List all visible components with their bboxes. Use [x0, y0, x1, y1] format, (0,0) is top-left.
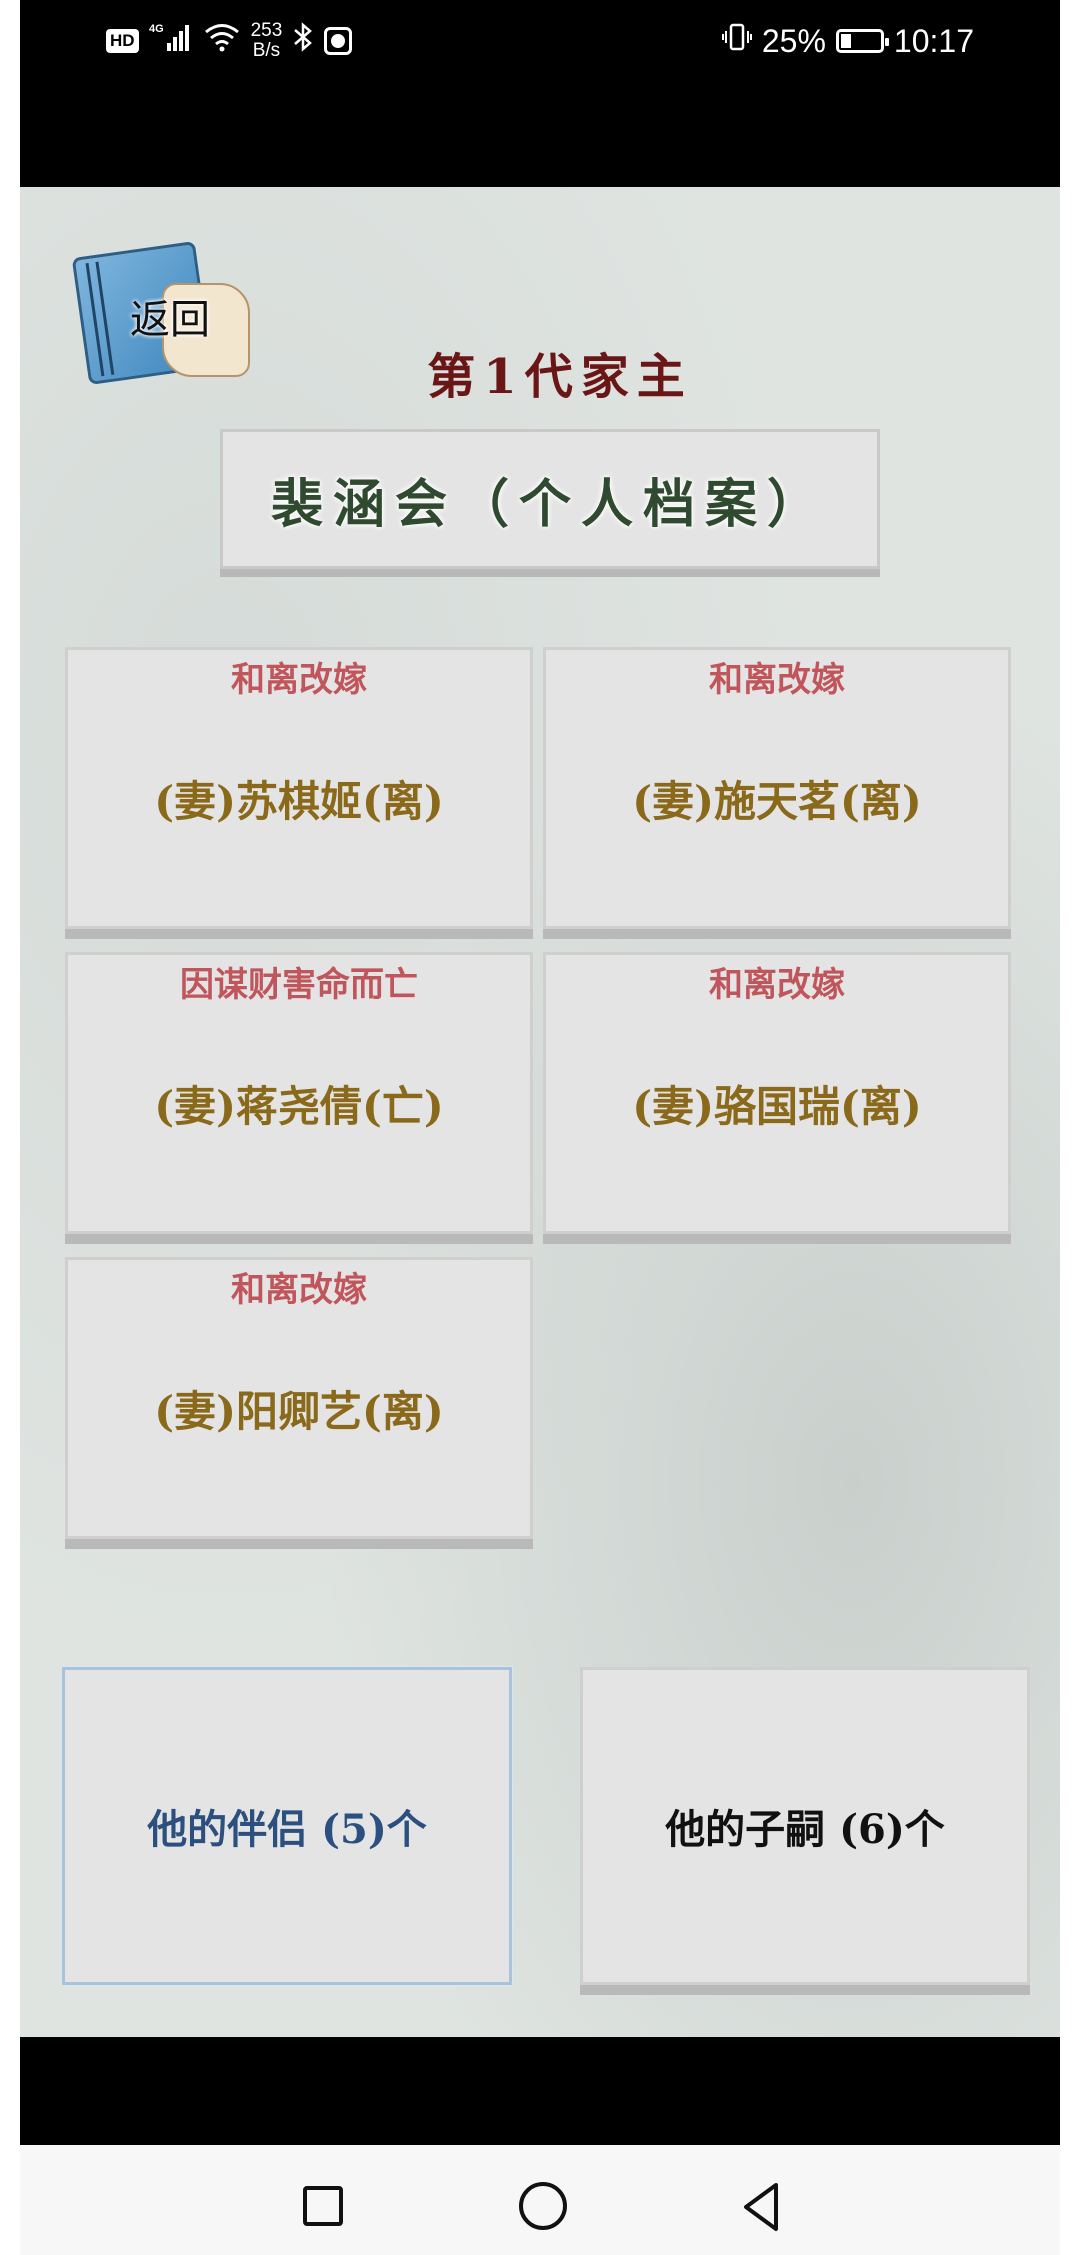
navigation-bar	[20, 2145, 1060, 2255]
spouse-name: (妻)蒋尧倩(亡)	[154, 1082, 444, 1131]
spouse-name: (妻)骆国瑞(离)	[632, 1082, 922, 1131]
spouse-card[interactable]: 和离改嫁 (妻)施天茗(离)	[543, 647, 1011, 929]
network-type: 4G	[149, 23, 164, 35]
battery-percent: 25%	[761, 22, 826, 59]
partners-tab[interactable]: 他的伴侣 (5)个	[62, 1667, 512, 1985]
status-right: 25% 10:17	[721, 16, 974, 66]
vibrate-icon	[721, 21, 752, 61]
home-circle-icon[interactable]	[514, 2177, 574, 2237]
spouse-status: 和离改嫁	[231, 660, 367, 700]
spouse-name: (妻)苏棋姬(离)	[154, 777, 444, 826]
person-title: 裴涵会（个人档案）	[220, 429, 880, 569]
spouse-card[interactable]: 和离改嫁 (妻)骆国瑞(离)	[543, 952, 1011, 1234]
net-speed-unit: B/s	[252, 40, 281, 61]
spouse-status: 和离改嫁	[231, 1270, 367, 1310]
spouse-name: (妻)阳卿艺(离)	[154, 1387, 444, 1436]
battery-fill	[840, 34, 851, 48]
spouse-status: 和离改嫁	[709, 965, 845, 1005]
spouse-card[interactable]: 因谋财害命而亡 (妻)蒋尧倩(亡)	[65, 952, 533, 1234]
screen-record-icon	[324, 27, 353, 55]
net-speed-value: 253	[250, 20, 283, 41]
spouse-card[interactable]: 和离改嫁 (妻)阳卿艺(离)	[65, 1257, 533, 1539]
status-bar: HD 4G 253 B/s 25% 10:17	[20, 0, 1060, 187]
black-bar	[20, 2037, 1060, 2145]
spouse-name: (妻)施天茗(离)	[632, 777, 922, 826]
spouse-status: 因谋财害命而亡	[180, 965, 418, 1005]
generation-title: 第1代家主	[427, 349, 693, 405]
profile-screen: 返回 第1代家主 裴涵会（个人档案） 和离改嫁 (妻)苏棋姬(离) 和离改嫁 (…	[20, 187, 1060, 2037]
net-speed: 253 B/s	[251, 21, 283, 61]
signal-icon: 4G	[149, 21, 193, 61]
spouse-status: 和离改嫁	[709, 660, 845, 700]
children-tab[interactable]: 他的子嗣 (6)个	[580, 1667, 1030, 1985]
hd-badge: HD	[106, 29, 139, 53]
back-triangle-icon[interactable]	[732, 2177, 792, 2237]
battery-icon	[835, 29, 889, 53]
spouse-card[interactable]: 和离改嫁 (妻)苏棋姬(离)	[65, 647, 533, 929]
wifi-icon	[203, 22, 241, 60]
bluetooth-icon	[292, 21, 314, 61]
status-left: HD 4G 253 B/s	[106, 16, 353, 66]
recents-square-icon[interactable]	[294, 2177, 354, 2237]
clock: 10:17	[893, 22, 974, 59]
